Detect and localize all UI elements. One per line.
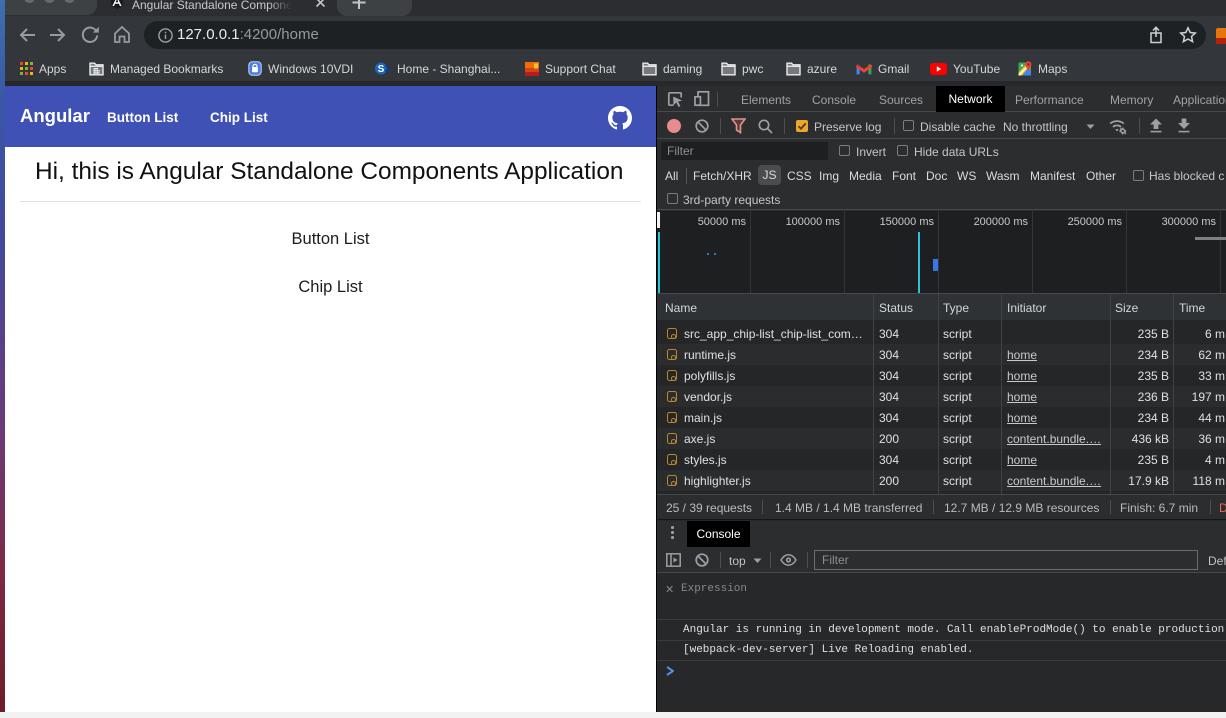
svg-text:S: S bbox=[378, 64, 385, 75]
